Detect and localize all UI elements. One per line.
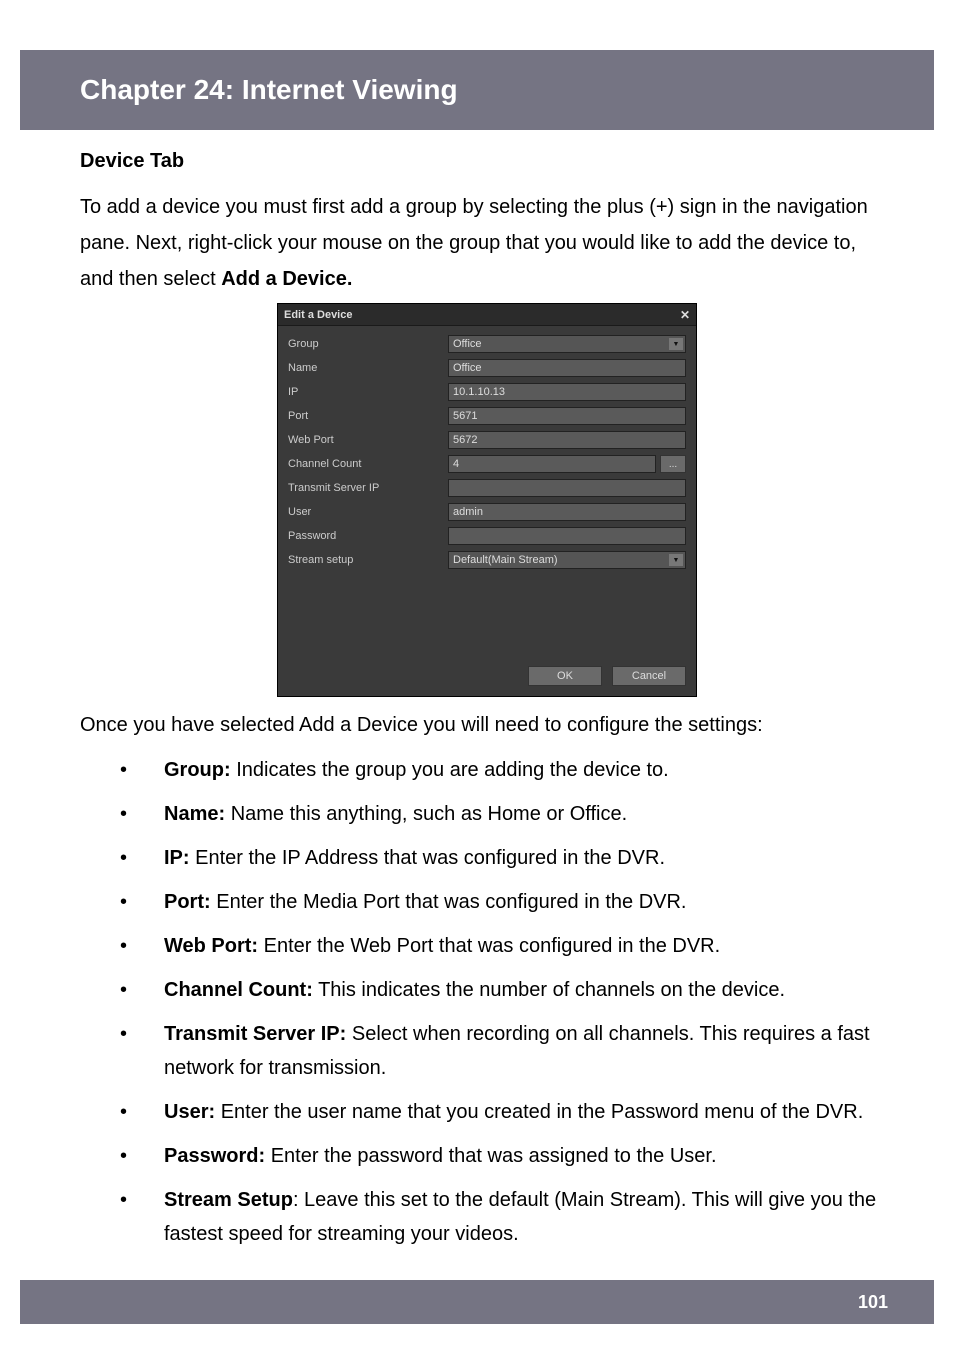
user-value: admin [453, 506, 483, 518]
group-dropdown[interactable]: Office [448, 335, 686, 353]
row-user: User admin [288, 502, 686, 522]
term-text: This indicates the number of channels on… [313, 979, 785, 1001]
transmit-server-input[interactable] [448, 479, 686, 497]
page-number: 101 [858, 1292, 888, 1313]
dialog-titlebar: Edit a Device ✕ [278, 304, 696, 326]
term-text: Enter the IP Address that was configured… [190, 847, 665, 869]
chevron-down-icon[interactable] [669, 338, 683, 350]
row-port: Port 5671 [288, 406, 686, 426]
ok-label: OK [557, 670, 573, 682]
term-text: Enter the user name that you created in … [215, 1101, 863, 1123]
name-value: Office [453, 362, 482, 374]
label-group: Group [288, 338, 448, 350]
row-stream-setup: Stream setup Default(Main Stream) [288, 550, 686, 570]
term: Channel Count: [164, 979, 313, 1001]
page: Chapter 24: Internet Viewing Device Tab … [0, 0, 954, 1352]
channel-count-value: 4 [453, 458, 459, 470]
ellipsis-label: ... [669, 459, 677, 470]
ip-input[interactable]: 10.1.10.13 [448, 383, 686, 401]
ok-button[interactable]: OK [528, 666, 602, 686]
cancel-button[interactable]: Cancel [612, 666, 686, 686]
list-item: Password: Enter the password that was as… [120, 1139, 894, 1173]
term: IP: [164, 847, 190, 869]
ip-value: 10.1.10.13 [453, 386, 505, 398]
chapter-title: Chapter 24: Internet Viewing [80, 74, 458, 106]
name-input[interactable]: Office [448, 359, 686, 377]
stream-setup-value: Default(Main Stream) [453, 554, 558, 566]
close-icon[interactable]: ✕ [680, 308, 690, 322]
dialog-screenshot-wrap: Edit a Device ✕ Group Office Name [80, 303, 894, 697]
label-port: Port [288, 410, 448, 422]
row-password: Password [288, 526, 686, 546]
list-item: Port: Enter the Media Port that was conf… [120, 885, 894, 919]
content-area: Device Tab To add a device you must firs… [80, 150, 894, 1261]
term: Transmit Server IP: [164, 1023, 346, 1045]
term: Password: [164, 1145, 265, 1167]
term: Web Port: [164, 935, 258, 957]
dialog-footer: OK Cancel [278, 660, 696, 696]
channel-count-browse-button[interactable]: ... [660, 455, 686, 473]
term: Stream Setup [164, 1189, 293, 1211]
term: Group: [164, 759, 231, 781]
intro-paragraph: To add a device you must first add a gro… [80, 189, 894, 297]
port-value: 5671 [453, 410, 477, 422]
dialog-spacer [288, 574, 686, 654]
row-ip: IP 10.1.10.13 [288, 382, 686, 402]
chevron-down-icon[interactable] [669, 554, 683, 566]
list-item: Group: Indicates the group you are addin… [120, 753, 894, 787]
term: Name: [164, 803, 225, 825]
term: Port: [164, 891, 211, 913]
row-channel-count: Channel Count 4 ... [288, 454, 686, 474]
definitions-list: Group: Indicates the group you are addin… [80, 753, 894, 1251]
list-item: Transmit Server IP: Select when recordin… [120, 1017, 894, 1085]
row-group: Group Office [288, 334, 686, 354]
edit-device-dialog: Edit a Device ✕ Group Office Name [277, 303, 697, 697]
port-input[interactable]: 5671 [448, 407, 686, 425]
term-text: Enter the password that was assigned to … [265, 1145, 716, 1167]
label-transmit-server: Transmit Server IP [288, 482, 448, 494]
list-item: Web Port: Enter the Web Port that was co… [120, 929, 894, 963]
list-item: Name: Name this anything, such as Home o… [120, 797, 894, 831]
list-item: Channel Count: This indicates the number… [120, 973, 894, 1007]
dialog-body: Group Office Name Office IP [278, 326, 696, 660]
list-item: Stream Setup: Leave this set to the defa… [120, 1183, 894, 1251]
webport-input[interactable]: 5672 [448, 431, 686, 449]
row-name: Name Office [288, 358, 686, 378]
cancel-label: Cancel [632, 670, 666, 682]
label-channel-count: Channel Count [288, 458, 448, 470]
footer-band: 101 [20, 1280, 934, 1324]
label-user: User [288, 506, 448, 518]
term-text: Indicates the group you are adding the d… [231, 759, 669, 781]
channel-count-input[interactable]: 4 [448, 455, 656, 473]
term-text: Enter the Web Port that was configured i… [258, 935, 720, 957]
label-password: Password [288, 530, 448, 542]
row-transmit-server: Transmit Server IP [288, 478, 686, 498]
label-stream-setup: Stream setup [288, 554, 448, 566]
list-item: User: Enter the user name that you creat… [120, 1095, 894, 1129]
intro-text-a: To add a device you must first add a gro… [80, 196, 868, 290]
intro-add-a-device-bold: Add a Device. [221, 268, 352, 290]
label-name: Name [288, 362, 448, 374]
chapter-header-band: Chapter 24: Internet Viewing [20, 50, 934, 130]
user-input[interactable]: admin [448, 503, 686, 521]
stream-setup-dropdown[interactable]: Default(Main Stream) [448, 551, 686, 569]
term-text: Enter the Media Port that was configured… [211, 891, 687, 913]
webport-value: 5672 [453, 434, 477, 446]
password-input[interactable] [448, 527, 686, 545]
dialog-title: Edit a Device [284, 309, 352, 321]
section-heading: Device Tab [80, 150, 894, 173]
label-ip: IP [288, 386, 448, 398]
term-text: Name this anything, such as Home or Offi… [225, 803, 627, 825]
row-webport: Web Port 5672 [288, 430, 686, 450]
label-webport: Web Port [288, 434, 448, 446]
after-dialog-paragraph: Once you have selected Add a Device you … [80, 707, 894, 743]
list-item: IP: Enter the IP Address that was config… [120, 841, 894, 875]
group-value: Office [453, 338, 482, 350]
term: User: [164, 1101, 215, 1123]
